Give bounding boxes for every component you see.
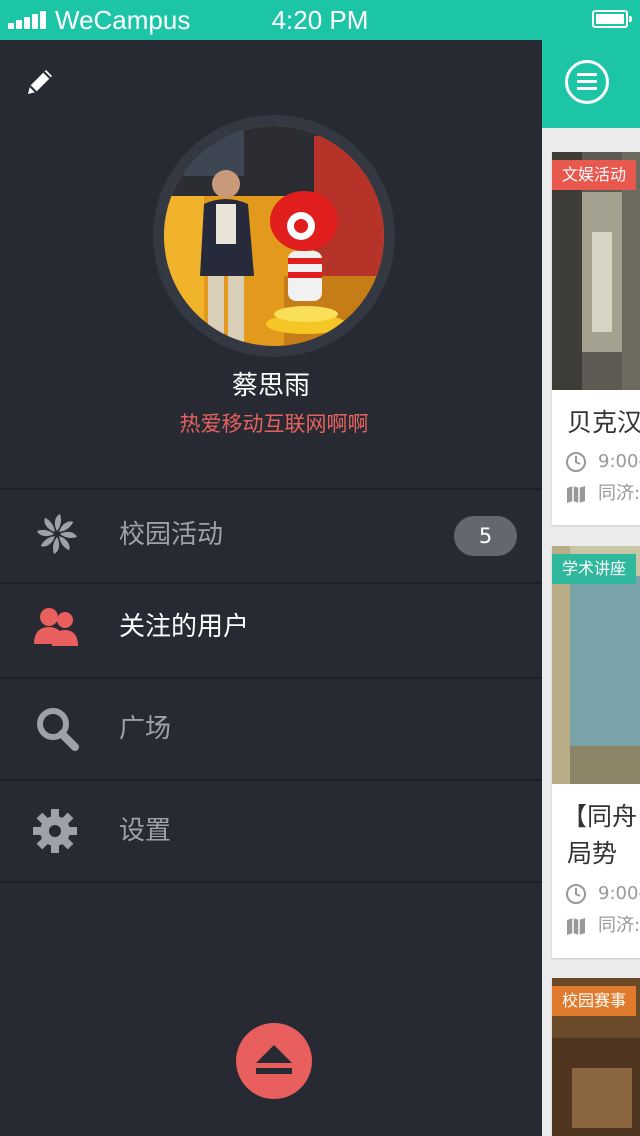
menu-item-settings[interactable]: 设置 [0,781,542,873]
logout-button[interactable] [236,1023,312,1099]
status-bar: WeCampus 4:20 PM [0,0,640,40]
main-feed-panel: 文娱活动 贝克汉 9:00- 同济: 学术讲座 【同舟 局势 [542,40,640,1136]
search-icon [37,708,79,751]
category-tag: 学术讲座 [552,554,637,584]
side-menu: 蔡思雨 热爱移动互联网啊啊 校园活动 5 关注的用户 广场 设置 [0,40,542,1136]
map-icon [567,486,585,503]
avatar-frame [153,115,395,357]
event-location: 同济: [598,483,640,504]
gear-icon [33,809,77,853]
status-time: 4:20 PM [271,5,369,35]
menu-item-plaza[interactable]: 广场 [0,679,542,771]
category-tag: 校园赛事 [552,986,637,1016]
users-icon [34,608,78,646]
menu-item-label: 校园活动 [119,520,224,550]
divider [0,881,542,883]
menu-item-followed-users[interactable]: 关注的用户 [0,584,542,676]
event-card[interactable]: 校园赛事 [552,978,640,1136]
edit-pencil-icon[interactable] [22,64,58,100]
event-card[interactable]: 文娱活动 贝克汉 9:00- 同济: [552,152,640,525]
event-time: 9:00- [598,451,640,472]
menu-item-label: 广场 [119,714,172,744]
clock-icon [566,452,586,472]
avatar[interactable] [164,126,384,346]
menu-toggle-button[interactable] [565,60,609,104]
menu-item-label: 设置 [119,816,172,846]
category-tag: 文娱活动 [552,160,637,190]
notification-badge: 5 [454,516,517,556]
battery-icon [592,10,632,28]
event-title-line: 局势 [567,839,618,868]
event-time: 9:00- [598,883,640,904]
eject-icon [256,1045,292,1074]
screen: WeCampus 4:20 PM 蔡思雨 热爱移动互联网啊啊 校园活动 5 关注… [0,0,640,1136]
event-location: 同济: [598,915,640,936]
map-icon [567,918,585,935]
event-title: 贝克汉 [567,408,640,437]
menu-item-campus-activities[interactable]: 校园活动 5 [0,490,542,582]
event-title-line: 【同舟 [562,802,638,831]
pinwheel-icon [37,514,77,554]
event-card[interactable]: 学术讲座 【同舟 局势 9:00- 同济: [552,546,640,958]
user-name: 蔡思雨 [231,371,310,401]
user-motto: 热爱移动互联网啊啊 [179,412,369,436]
clock-icon [566,884,586,904]
menu-item-label: 关注的用户 [119,612,250,642]
header-bar [542,40,640,128]
